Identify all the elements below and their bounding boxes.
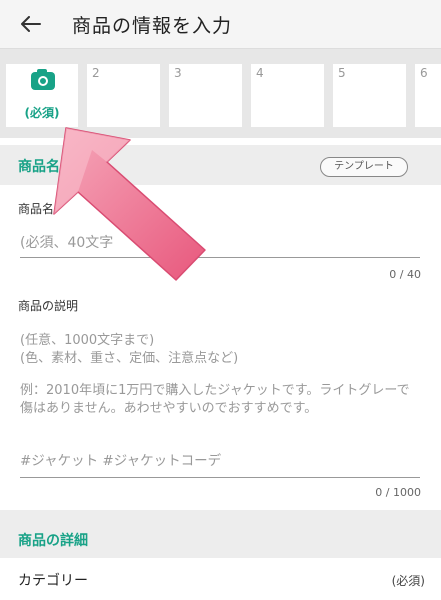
annotation-arrow-icon — [53, 127, 206, 281]
